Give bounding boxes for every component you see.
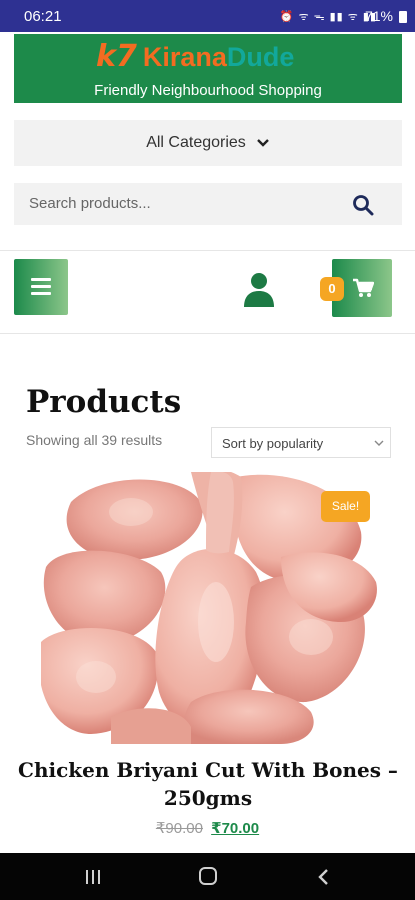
product-title[interactable]: Chicken Briyani Cut With Bones – 250gms [14, 756, 402, 812]
sort-select[interactable]: Sort by popularity [211, 427, 391, 458]
system-nav-bar [0, 853, 415, 900]
site-banner[interactable]: k7 Kirana Dude Friendly Neighbourhood Sh… [14, 34, 402, 103]
status-indicators: ⏰ ᯤ ᯓ ▮▮ ᯤ ▮▮ [279, 11, 377, 23]
sale-badge: Sale! [321, 491, 370, 522]
chevron-down-icon [256, 139, 269, 147]
cart-icon [353, 278, 374, 297]
old-price: ₹90.00 [155, 820, 203, 837]
battery-icon [399, 11, 407, 23]
recent-apps-icon[interactable] [84, 869, 102, 885]
sort-selected-value: Sort by popularity [222, 436, 324, 451]
logo-text-dude: Dude [226, 42, 295, 72]
search-placeholder: Search products... [29, 195, 151, 212]
back-icon[interactable] [316, 868, 332, 886]
user-icon[interactable] [243, 272, 275, 308]
status-time: 06:21 [24, 8, 62, 25]
site-logo[interactable]: k7 Kirana Dude [96, 38, 294, 74]
search-input[interactable]: Search products... [14, 183, 402, 225]
home-icon[interactable] [199, 867, 217, 885]
menu-button[interactable] [14, 259, 68, 315]
sale-price: ₹70.00 [211, 820, 260, 837]
logo-text-kirana: Kirana [142, 42, 227, 72]
categories-dropdown[interactable]: All Categories [14, 120, 402, 166]
divider [0, 250, 415, 251]
page-title: Products [26, 384, 182, 420]
product-price: ₹90.00 ₹70.00 [0, 819, 415, 837]
logo-mark: k7 [96, 39, 137, 74]
battery-percentage: 71% [364, 8, 393, 24]
status-bar: 06:21 ⏰ ᯤ ᯓ ▮▮ ᯤ ▮▮ 71% [0, 0, 415, 32]
cart-count-badge: 0 [320, 277, 344, 301]
chevron-down-icon [374, 440, 384, 446]
site-tagline: Friendly Neighbourhood Shopping [94, 82, 322, 99]
search-icon[interactable] [352, 194, 374, 216]
divider [0, 333, 415, 334]
result-count: Showing all 39 results [26, 432, 163, 448]
categories-label: All Categories [146, 134, 246, 151]
